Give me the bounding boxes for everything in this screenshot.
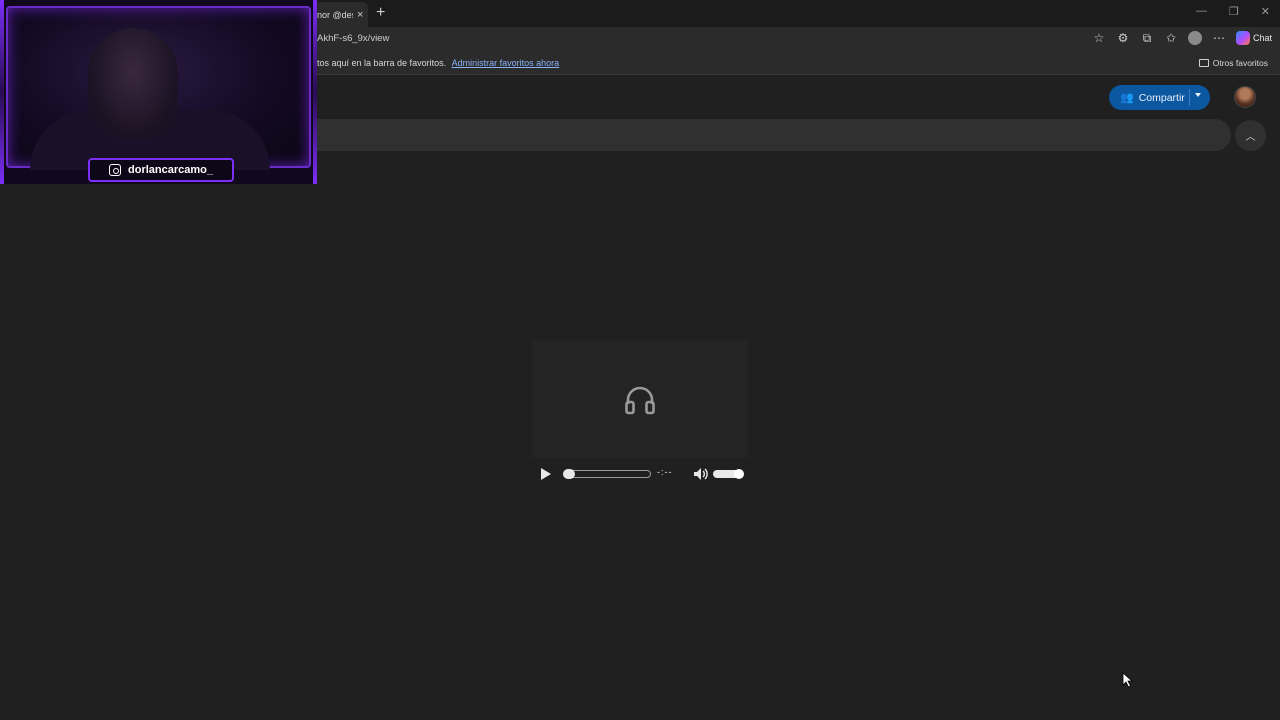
play-icon[interactable] [541, 468, 551, 480]
url-field[interactable]: AkhF-s6_9x/view [317, 33, 389, 44]
minimize-icon[interactable]: — [1196, 5, 1207, 18]
favorites-icon[interactable]: ✩ [1164, 31, 1178, 45]
people-icon: 👥 [1120, 92, 1134, 104]
copilot-chat-button[interactable]: Chat [1235, 31, 1272, 45]
viewer-header-bar [316, 119, 1231, 151]
headphones-icon [625, 386, 655, 415]
avatar[interactable] [1234, 86, 1256, 108]
tab-close-icon[interactable]: × [357, 9, 363, 21]
other-favorites-label: Otros favoritos [1212, 58, 1268, 68]
close-window-icon[interactable]: ✕ [1261, 5, 1270, 18]
folder-icon [1198, 59, 1209, 67]
copilot-icon [1235, 31, 1250, 45]
webcam-video [6, 6, 311, 170]
volume-slider[interactable] [713, 469, 744, 479]
more-menu-icon[interactable]: ⋯ [1212, 31, 1226, 45]
chevron-down-icon[interactable] [1195, 93, 1201, 97]
manage-favorites-link[interactable]: Administrar favoritos ahora [452, 58, 560, 68]
screen: nor @des × + — ❐ ✕ AkhF-s6_9x/view ☆ ⚙ ⧉… [0, 0, 1280, 720]
toolbar-icons: ☆ ⚙ ⧉ ✩ ⋯ Chat [1092, 31, 1272, 45]
time-display: -:-- [657, 467, 673, 477]
instagram-username: dorlancarcamo_ [128, 164, 213, 176]
tab-title: nor @des [317, 9, 353, 20]
favorites-hint-text: tos aquí en la barra de favoritos. [317, 58, 447, 68]
share-divider [1189, 89, 1190, 106]
extensions-icon[interactable]: ⚙ [1116, 31, 1130, 45]
share-label: Compartir [1138, 91, 1185, 104]
new-tab-button[interactable]: + [376, 5, 385, 21]
share-button[interactable]: 👥 Compartir [1109, 85, 1210, 110]
profile-icon[interactable] [1187, 31, 1202, 45]
volume-icon[interactable] [693, 467, 709, 481]
instagram-icon [109, 164, 121, 176]
instagram-handle-label: dorlancarcamo_ [88, 158, 234, 182]
favorite-star-icon[interactable]: ☆ [1092, 31, 1106, 45]
webcam-overlay: dorlancarcamo_ [0, 0, 317, 184]
webcam-person-head [88, 28, 178, 138]
other-favorites-button[interactable]: Otros favoritos [1198, 58, 1268, 68]
mouse-cursor-icon [1122, 672, 1134, 688]
chat-label: Chat [1252, 33, 1272, 43]
collections-icon[interactable]: ⧉ [1140, 31, 1154, 45]
window-controls: — ❐ ✕ [1196, 5, 1270, 18]
chevron-up-icon[interactable]: ︿ [1235, 120, 1266, 151]
seek-slider[interactable] [563, 469, 651, 479]
restore-icon[interactable]: ❐ [1229, 5, 1239, 18]
seek-thumb[interactable] [563, 469, 575, 479]
volume-thumb[interactable] [734, 469, 744, 479]
audio-player: -:-- [535, 464, 745, 484]
favorites-hint: tos aquí en la barra de favoritos. Admin… [317, 58, 559, 68]
browser-tab[interactable]: nor @des × [310, 2, 368, 27]
overlay-border-left [0, 0, 4, 184]
overlay-border-right [313, 0, 317, 184]
